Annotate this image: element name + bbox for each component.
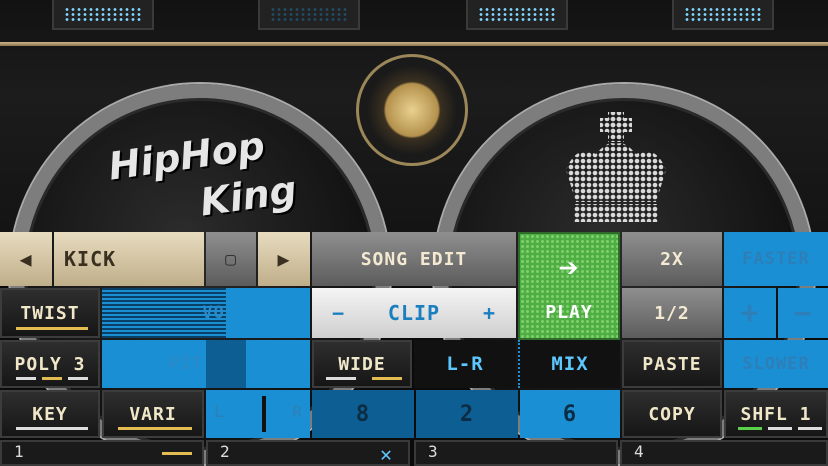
poly-button[interactable]: POLY 3 — [0, 340, 100, 388]
prev-instrument-button[interactable]: ◀ — [0, 232, 52, 286]
mix-button[interactable]: MIX — [518, 340, 620, 388]
next-instrument-button[interactable]: ▶ — [258, 232, 310, 286]
pattern-slot-3-label: 3 — [428, 442, 438, 461]
slower-button[interactable]: SLOWER — [724, 340, 828, 388]
pattern-slot-2[interactable]: 2 ✕ — [206, 440, 410, 466]
close-icon[interactable]: ✕ — [380, 442, 392, 466]
shuffle-tick-3 — [798, 427, 822, 430]
lcd-meter-3 — [466, 0, 568, 30]
wide-button[interactable]: WIDE — [312, 340, 412, 388]
pan-slider[interactable]: L R — [206, 390, 310, 438]
gold-divider — [0, 42, 828, 46]
pan-right-label: R — [292, 402, 302, 421]
poly-label: POLY 3 — [14, 353, 86, 375]
pattern-slot-2-label: 2 — [220, 442, 230, 461]
vari-button[interactable]: VARI — [102, 390, 204, 438]
vari-indicator — [118, 427, 192, 430]
vari-label: VARI — [129, 403, 177, 425]
poly-tick-2 — [42, 377, 62, 380]
shuffle-tick-1 — [738, 427, 762, 430]
pattern-slot-4[interactable]: 4 — [620, 440, 828, 466]
value-cell-1[interactable]: 8 — [312, 390, 414, 438]
lcd-meter-4 — [672, 0, 774, 30]
pattern-slot-1-label: 1 — [14, 442, 24, 461]
speed-minus-button[interactable]: − — [778, 288, 828, 338]
twist-button[interactable]: TWIST — [0, 288, 100, 338]
speed-plus-button[interactable]: + — [724, 288, 776, 338]
poly-tick-1 — [16, 377, 36, 380]
pattern-slot-3[interactable]: 3 — [414, 440, 618, 466]
shuffle-label: SHFL 1 — [740, 403, 812, 425]
clip-label: CLIP — [387, 301, 441, 325]
twist-label: TWIST — [20, 302, 80, 324]
pan-cursor[interactable] — [262, 396, 266, 432]
crown-icon — [566, 112, 666, 222]
speed-half-button[interactable]: 1/2 — [622, 288, 722, 338]
value-cell-2[interactable]: 2 — [416, 390, 518, 438]
pattern-slot-4-label: 4 — [634, 442, 644, 461]
app-screen: HipHop King ◀ KICK ▢ ▶ SONG EDIT ➔ 2X FA… — [0, 0, 828, 466]
twist-indicator — [16, 327, 88, 330]
copy-button[interactable]: COPY — [622, 390, 722, 438]
lr-button[interactable]: L-R — [414, 340, 516, 388]
mode-button[interactable]: ▢ — [206, 232, 256, 286]
wide-label: WIDE — [338, 353, 386, 375]
instrument-selector[interactable]: KICK — [54, 232, 204, 286]
pan-left-label: L — [214, 402, 224, 421]
clip-plus-button[interactable]: + — [483, 301, 496, 325]
volume-fill — [226, 288, 310, 338]
master-knob[interactable] — [356, 54, 468, 166]
pitch-thumb[interactable] — [206, 340, 246, 388]
key-button[interactable]: KEY — [0, 390, 100, 438]
pattern-slot-1[interactable]: 1 — [0, 440, 204, 466]
pattern-slot-1-indicator — [162, 452, 192, 455]
play-label: PLAY — [545, 301, 593, 323]
value-cell-3[interactable]: 6 — [520, 390, 620, 438]
poly-tick-3 — [68, 377, 88, 380]
clip-control[interactable]: − CLIP + — [312, 288, 516, 338]
paste-button[interactable]: PASTE — [622, 340, 722, 388]
lcd-meter-1 — [52, 0, 154, 30]
wide-tick-2 — [372, 377, 402, 380]
speed-2x-button[interactable]: 2X — [622, 232, 722, 286]
faster-button[interactable]: FASTER — [724, 232, 828, 286]
play-arrow-icon: ➔ — [558, 248, 580, 288]
shuffle-button[interactable]: SHFL 1 — [724, 390, 828, 438]
shuffle-tick-2 — [768, 427, 792, 430]
song-edit-button[interactable]: SONG EDIT — [312, 232, 516, 286]
key-indicator — [16, 427, 88, 430]
wide-tick-1 — [326, 377, 356, 380]
key-label: KEY — [32, 403, 68, 425]
clip-minus-button[interactable]: − — [332, 301, 345, 325]
lcd-meter-2 — [258, 0, 360, 30]
pitch-label: PIT — [169, 354, 203, 374]
